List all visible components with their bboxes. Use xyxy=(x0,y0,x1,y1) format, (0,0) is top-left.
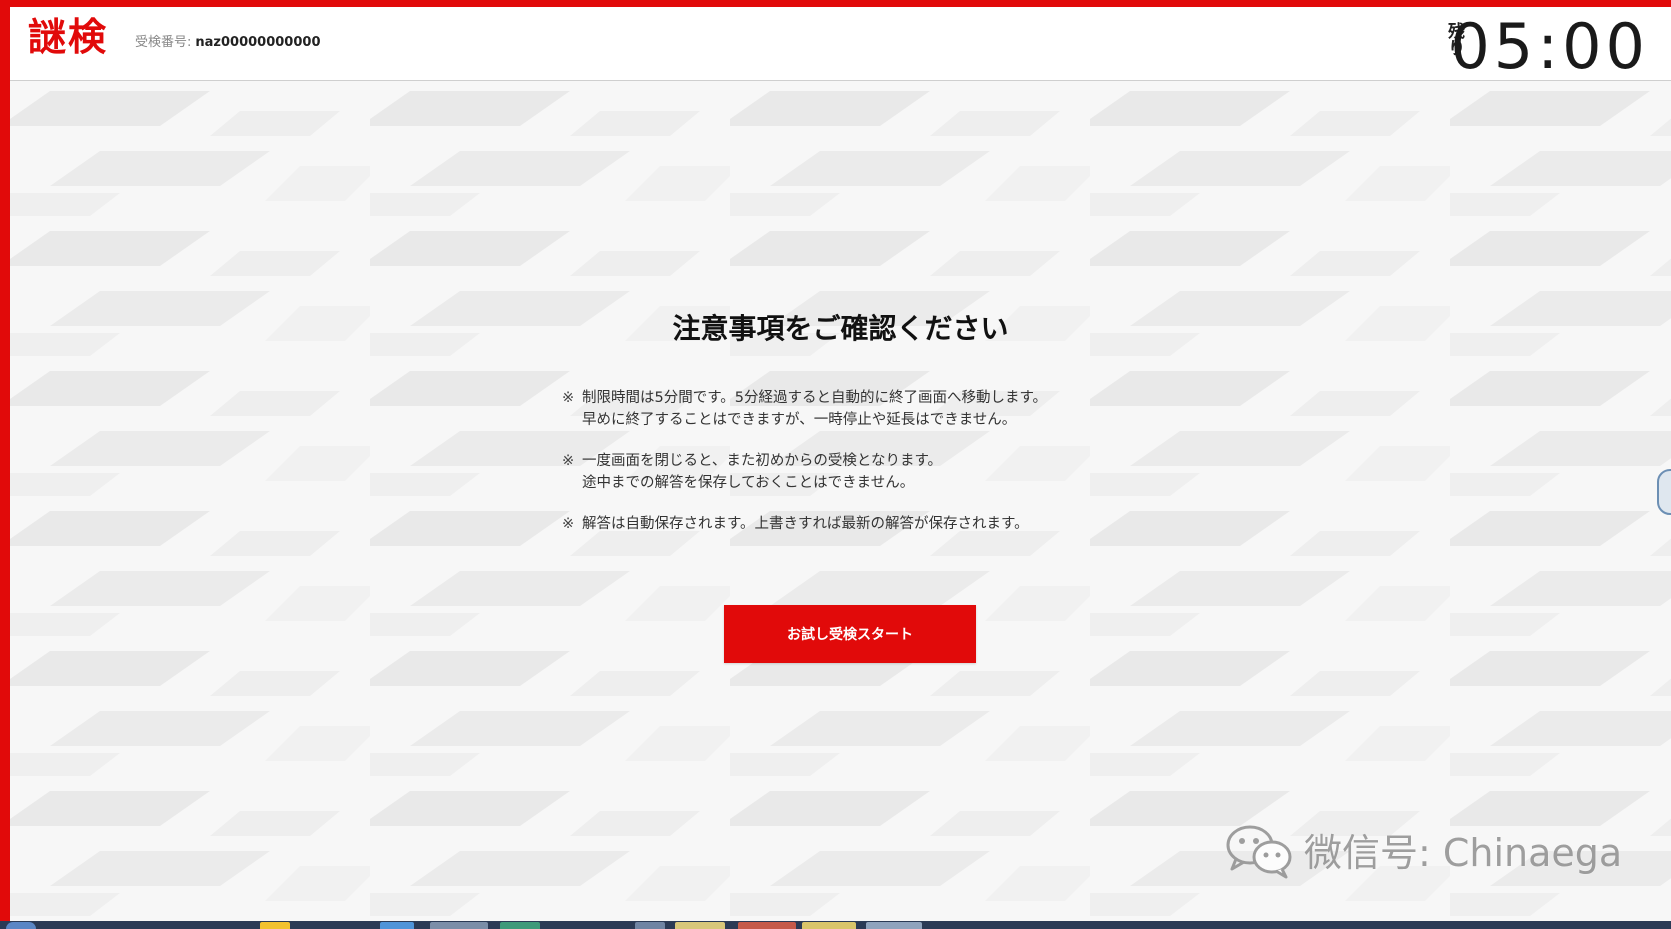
notice-item: ※ 一度画面を閉じると、また初めからの受検となります。 途中までの解答を保存して… xyxy=(562,450,1122,494)
side-scroll-handle[interactable] xyxy=(1657,469,1671,515)
exam-id-value: naz00000000000 xyxy=(195,35,321,50)
taskbar-start-button[interactable] xyxy=(6,922,36,929)
taskbar-app-button[interactable] xyxy=(802,922,856,929)
page-title: 注意事項をご確認ください xyxy=(672,312,1009,345)
watermark: 微信号: Chinaega xyxy=(1220,819,1622,879)
header-bar: 謎検 受検番号: naz00000000000 残り 05:00 xyxy=(10,7,1671,83)
wechat-icon xyxy=(1226,825,1292,879)
notice-item: ※ 制限時間は5分間です。5分経過すると自動的に終了画面へ移動します。 早めに終… xyxy=(562,387,1122,431)
taskbar-app-button[interactable] xyxy=(675,922,725,929)
main-content: 注意事項をご確認ください ※ 制限時間は5分間です。5分経過すると自動的に終了画… xyxy=(10,81,1671,929)
notice-mark: ※ xyxy=(562,390,575,406)
notice-item: ※ 解答は自動保存されます。上書きすれば最新の解答が保存されます。 xyxy=(562,513,1122,535)
notice-line: 早めに終了することはできますが、一時停止や延長はできません。 xyxy=(582,412,1017,428)
exam-id-label: 受検番号: xyxy=(135,35,192,50)
os-taskbar xyxy=(0,921,1671,929)
notice-line: 一度画面を閉じると、また初めからの受検となります。 xyxy=(582,453,943,469)
notice-mark: ※ xyxy=(562,453,575,469)
taskbar-app-button[interactable] xyxy=(866,922,922,929)
logo: 謎検 xyxy=(28,15,109,59)
taskbar-app-button[interactable] xyxy=(380,922,414,929)
app-window: 謎検 受検番号: naz00000000000 残り 05:00 注意事項をご確認… xyxy=(0,0,1671,929)
notice-mark: ※ xyxy=(562,516,575,532)
watermark-text: 微信号: Chinaega xyxy=(1304,830,1623,875)
exam-id: 受検番号: naz00000000000 xyxy=(135,35,320,51)
notice-line: 解答は自動保存されます。上書きすれば最新の解答が保存されます。 xyxy=(582,516,1029,532)
notice-list: ※ 制限時間は5分間です。5分経過すると自動的に終了画面へ移動します。 早めに終… xyxy=(562,387,1122,554)
taskbar-app-button[interactable] xyxy=(738,922,796,929)
notice-line: 制限時間は5分間です。5分経過すると自動的に終了画面へ移動します。 xyxy=(582,390,1048,406)
taskbar-app-button[interactable] xyxy=(260,922,290,929)
start-trial-button[interactable]: お試し受検スタート xyxy=(724,605,976,663)
taskbar-app-button[interactable] xyxy=(500,922,540,929)
notice-line: 途中までの解答を保存しておくことはできません。 xyxy=(582,475,915,491)
countdown-timer: 05:00 xyxy=(1450,10,1649,83)
taskbar-app-button[interactable] xyxy=(430,922,488,929)
taskbar-app-button[interactable] xyxy=(635,922,665,929)
